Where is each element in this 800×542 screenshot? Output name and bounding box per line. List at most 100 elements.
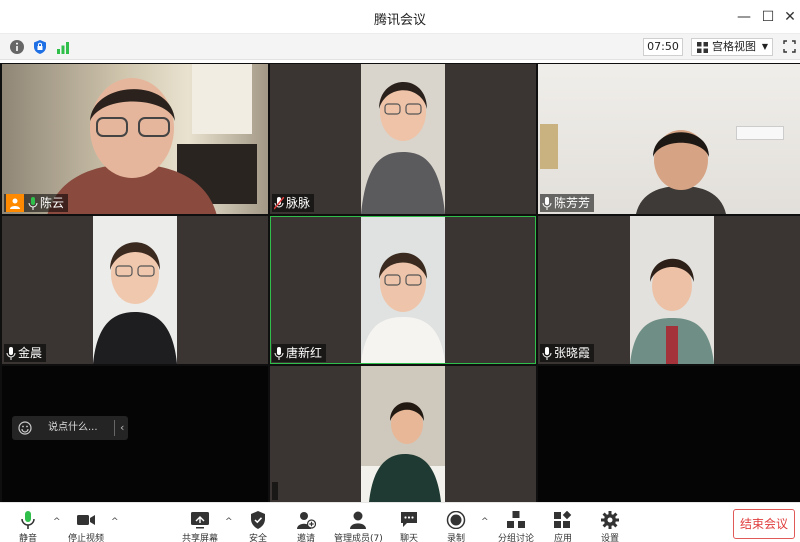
- participant-name: 金晨: [18, 346, 43, 360]
- meeting-timer: 07:50: [643, 38, 683, 56]
- participant-figure: [361, 81, 445, 214]
- chat-input-box[interactable]: 说点什么... ‹: [12, 416, 128, 440]
- video-tile[interactable]: [270, 366, 536, 502]
- video-tile-active-speaker[interactable]: 唐新红: [270, 216, 536, 364]
- gear-icon: [601, 511, 619, 529]
- mute-label: 静音: [18, 534, 37, 542]
- signal-icon[interactable]: [55, 39, 71, 55]
- apps-button[interactable]: 应用: [541, 511, 585, 542]
- view-mode-label: 宫格视图: [712, 40, 756, 53]
- invite-button[interactable]: 邀请: [284, 511, 328, 542]
- wall-picture: [540, 124, 558, 169]
- record-label: 录制: [446, 534, 465, 542]
- video-options-chevron-icon[interactable]: ^: [111, 517, 119, 527]
- share-label: 共享屏幕: [181, 534, 218, 542]
- title-bar: 腾讯会议 — ☐ ✕: [0, 0, 800, 34]
- breakout-rooms-icon: [507, 511, 525, 528]
- emoji-icon[interactable]: [18, 421, 32, 435]
- participant-nametag: 金晨: [4, 344, 47, 362]
- chat-label: 聊天: [399, 534, 418, 542]
- video-label: 停止视频: [67, 534, 104, 542]
- mic-on-icon: [28, 196, 38, 210]
- participant-nametag: 张晓霞: [540, 344, 595, 362]
- mic-on-icon: [6, 346, 16, 360]
- empty-tile: [538, 366, 800, 502]
- grid-view-icon: [697, 42, 708, 53]
- chevron-down-icon: ▼: [761, 42, 768, 51]
- breakout-label: 分组讨论: [497, 534, 534, 542]
- window-title: 腾讯会议: [373, 13, 426, 28]
- video-camera-icon: [77, 515, 95, 525]
- participant-nametag: 陈芳芳: [540, 194, 595, 212]
- microphone-icon: [21, 511, 35, 529]
- members-label: 管理成员(7): [334, 534, 383, 542]
- maximize-button[interactable]: ☐: [758, 7, 778, 27]
- video-feed: [93, 216, 177, 364]
- collapse-chevron-icon[interactable]: ‹: [120, 416, 124, 440]
- shield-icon[interactable]: [32, 39, 48, 55]
- video-feed: [630, 216, 714, 364]
- participant-nametag: 脉脉: [272, 194, 315, 212]
- settings-label: 设置: [600, 534, 619, 542]
- participant-figure: [630, 258, 714, 364]
- host-avatar-icon: [6, 194, 24, 212]
- share-options-chevron-icon[interactable]: ^: [225, 517, 233, 527]
- mic-on-icon: [274, 346, 284, 360]
- invite-user-icon: [297, 512, 316, 529]
- end-meeting-button[interactable]: 结束会议: [733, 509, 795, 539]
- security-label: 安全: [248, 534, 267, 542]
- participant-figure: [361, 402, 445, 502]
- chat-button[interactable]: 聊天: [387, 511, 431, 542]
- mic-on-icon: [542, 346, 552, 360]
- record-button[interactable]: 录制: [434, 511, 478, 542]
- participant-figure: [361, 252, 445, 363]
- shield-icon: [251, 511, 265, 529]
- security-button[interactable]: 安全: [236, 511, 280, 542]
- record-icon: [446, 511, 466, 529]
- apps-grid-icon: [554, 511, 572, 528]
- invite-label: 邀请: [296, 534, 315, 542]
- video-tile[interactable]: 张晓霞: [538, 216, 800, 364]
- chat-placeholder: 说点什么...: [48, 422, 98, 433]
- participant-name: 张晓霞: [554, 346, 591, 360]
- mic-on-icon: [542, 196, 552, 210]
- close-button[interactable]: ✕: [780, 7, 800, 27]
- chat-bubble-icon: [401, 512, 417, 527]
- participant-nametag: [272, 482, 278, 500]
- participant-figure: [93, 242, 177, 364]
- settings-button[interactable]: 设置: [588, 511, 632, 542]
- manage-members-button[interactable]: 管理成员(7): [334, 511, 383, 542]
- share-screen-button[interactable]: 共享屏幕: [178, 511, 222, 542]
- participant-name: 陈芳芳: [554, 196, 591, 210]
- video-tile[interactable]: 脉脉: [270, 64, 536, 214]
- stop-video-button[interactable]: 停止视频: [64, 511, 108, 542]
- meeting-toolbar: 静音 ^ 停止视频 ^ 共享屏幕 ^ 安全 邀请 管理成员(7) 聊天 录制 ^…: [0, 502, 800, 542]
- mute-button[interactable]: 静音: [6, 511, 50, 542]
- meeting-info-bar: 07:50 宫格视图 ▼: [0, 34, 800, 60]
- participant-nametag: 陈云: [4, 194, 69, 212]
- participant-name: 唐新红: [286, 346, 323, 360]
- video-tile[interactable]: 金晨: [2, 216, 268, 364]
- breakout-rooms-button[interactable]: 分组讨论: [494, 511, 538, 542]
- video-grid: 陈云 脉脉 陈芳芳 金晨 唐新红 张晓霞 说点什么... ‹: [0, 63, 800, 502]
- participant-name: 陈云: [40, 196, 65, 210]
- view-mode-dropdown[interactable]: 宫格视图 ▼: [691, 38, 773, 56]
- participant-figure: [636, 130, 726, 214]
- apps-label: 应用: [553, 534, 572, 542]
- mic-muted-icon: [274, 196, 284, 209]
- minimize-button[interactable]: —: [734, 7, 754, 27]
- air-conditioner: [736, 126, 784, 140]
- participant-name: 脉脉: [286, 196, 311, 210]
- audio-options-chevron-icon[interactable]: ^: [53, 517, 61, 527]
- record-options-chevron-icon[interactable]: ^: [481, 517, 489, 527]
- share-screen-icon: [191, 512, 209, 529]
- video-tile[interactable]: 陈芳芳: [538, 64, 800, 214]
- info-icon[interactable]: [9, 39, 25, 55]
- video-feed: [361, 217, 445, 363]
- chat-divider: [114, 420, 115, 436]
- video-tile[interactable]: 陈云: [2, 64, 268, 214]
- participant-figure: [47, 78, 217, 214]
- video-feed: [361, 64, 445, 214]
- video-feed: [361, 366, 445, 502]
- fullscreen-icon[interactable]: [783, 40, 796, 53]
